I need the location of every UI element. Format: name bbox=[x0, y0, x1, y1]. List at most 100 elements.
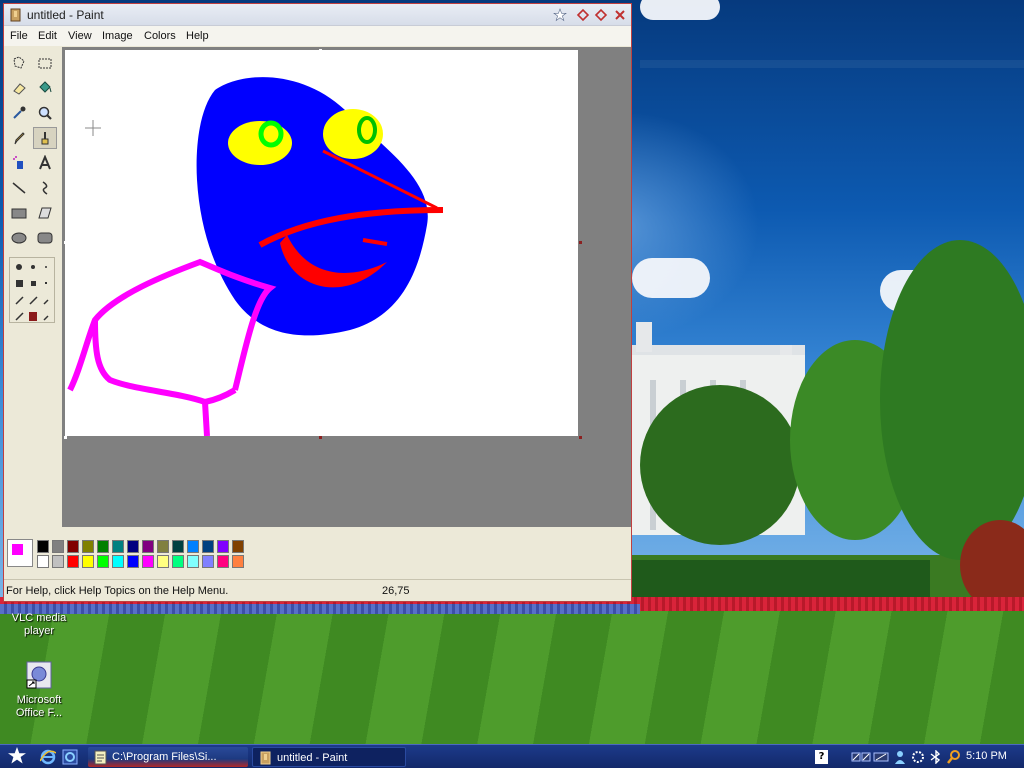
paint-window: untitled - Paint File Edit View Image Co… bbox=[3, 3, 632, 602]
color-swatch[interactable] bbox=[127, 555, 139, 568]
color-swatch[interactable] bbox=[187, 540, 199, 553]
brush-size-option[interactable] bbox=[31, 265, 35, 269]
color-swatch[interactable] bbox=[172, 540, 184, 553]
help-tray-icon[interactable]: ? bbox=[815, 750, 828, 764]
brush-shape-options[interactable] bbox=[14, 294, 54, 322]
color-palette bbox=[4, 527, 631, 577]
drawing-canvas[interactable] bbox=[65, 50, 578, 436]
restore-button[interactable] bbox=[576, 8, 590, 22]
network-icon[interactable] bbox=[851, 750, 871, 764]
resize-handle[interactable] bbox=[579, 436, 582, 439]
desktop-icon-vlc[interactable]: VLC media player bbox=[4, 600, 74, 638]
cursor-coordinates: 26,75 bbox=[382, 585, 410, 597]
desktop-icon-label: VLC media player bbox=[11, 612, 67, 637]
line-icon[interactable] bbox=[7, 177, 31, 199]
task-button-label: C:\Program Files\Si... bbox=[112, 751, 217, 763]
menu-help[interactable]: Help bbox=[186, 30, 209, 42]
airbrush-icon[interactable] bbox=[7, 152, 31, 174]
menu-file[interactable]: File bbox=[10, 30, 28, 42]
color-swatch[interactable] bbox=[232, 540, 244, 553]
clock[interactable]: 5:10 PM bbox=[966, 750, 1007, 762]
color-swatch[interactable] bbox=[202, 540, 214, 553]
color-swatch[interactable] bbox=[127, 540, 139, 553]
task-button-program-files[interactable]: C:\Program Files\Si... bbox=[88, 747, 248, 767]
ellipse-icon[interactable] bbox=[7, 227, 31, 249]
color-swatch[interactable] bbox=[112, 555, 124, 568]
resize-handle[interactable] bbox=[64, 436, 67, 439]
canvas-area[interactable] bbox=[62, 47, 631, 527]
brush-size-option[interactable] bbox=[16, 264, 22, 270]
ie-icon[interactable] bbox=[39, 749, 57, 765]
start-star-icon[interactable] bbox=[6, 746, 28, 768]
color-swatch[interactable] bbox=[67, 555, 79, 568]
user-icon[interactable] bbox=[893, 750, 907, 764]
free-select-icon[interactable] bbox=[7, 52, 31, 74]
fill-bucket-icon[interactable] bbox=[33, 77, 57, 99]
color-swatch[interactable] bbox=[217, 555, 229, 568]
desktop-icon-office[interactable]: Microsoft Office F... bbox=[4, 660, 74, 720]
brush-icon[interactable] bbox=[33, 127, 57, 149]
eyedropper-icon[interactable] bbox=[7, 102, 31, 124]
color-swatch[interactable] bbox=[172, 555, 184, 568]
eraser-icon[interactable] bbox=[7, 77, 31, 99]
color-swatch[interactable] bbox=[157, 555, 169, 568]
office-shortcut-icon bbox=[24, 660, 54, 690]
brush-size-option[interactable] bbox=[45, 282, 47, 284]
color-swatch[interactable] bbox=[157, 540, 169, 553]
taskbar: C:\Program Files\Si... untitled - Paint … bbox=[0, 744, 1024, 768]
menu-view[interactable]: View bbox=[68, 30, 92, 42]
pencil-icon[interactable] bbox=[7, 127, 31, 149]
current-colors bbox=[7, 539, 33, 567]
rectangle-icon[interactable] bbox=[7, 202, 31, 224]
color-swatch[interactable] bbox=[202, 555, 214, 568]
curve-icon[interactable] bbox=[33, 177, 57, 199]
minimize-button[interactable] bbox=[553, 8, 567, 22]
polygon-icon[interactable] bbox=[33, 202, 57, 224]
paint-icon bbox=[258, 750, 273, 766]
color-swatch[interactable] bbox=[142, 540, 154, 553]
search-icon[interactable] bbox=[947, 750, 961, 764]
menu-bar: File Edit View Image Colors Help bbox=[4, 26, 631, 46]
menu-edit[interactable]: Edit bbox=[38, 30, 57, 42]
desktop-icon-label: Microsoft Office F... bbox=[15, 694, 63, 719]
color-swatch[interactable] bbox=[67, 540, 79, 553]
color-swatch[interactable] bbox=[232, 555, 244, 568]
resize-handle[interactable] bbox=[319, 49, 322, 52]
color-swatch[interactable] bbox=[142, 555, 154, 568]
color-swatch[interactable] bbox=[187, 555, 199, 568]
rounded-rect-icon[interactable] bbox=[33, 227, 57, 249]
rect-select-icon[interactable] bbox=[33, 52, 57, 74]
foreground-color bbox=[11, 543, 24, 556]
color-swatch[interactable] bbox=[37, 555, 49, 568]
maximize-button[interactable] bbox=[594, 8, 608, 22]
color-swatch[interactable] bbox=[82, 540, 94, 553]
color-swatch[interactable] bbox=[82, 555, 94, 568]
color-swatch[interactable] bbox=[37, 540, 49, 553]
task-button-paint[interactable]: untitled - Paint bbox=[252, 747, 406, 767]
text-icon[interactable] bbox=[33, 152, 57, 174]
brush-size-option[interactable] bbox=[45, 266, 47, 268]
color-swatch[interactable] bbox=[97, 555, 109, 568]
bluetooth-icon[interactable] bbox=[929, 749, 943, 765]
status-bar: For Help, click Help Topics on the Help … bbox=[4, 579, 631, 601]
brush-size-option[interactable] bbox=[31, 281, 36, 286]
title-bar[interactable]: untitled - Paint bbox=[4, 4, 631, 26]
resize-handle[interactable] bbox=[319, 436, 322, 439]
close-button[interactable] bbox=[613, 8, 627, 22]
resize-handle[interactable] bbox=[579, 241, 582, 244]
brush-options[interactable] bbox=[9, 257, 55, 323]
paint-app-icon[interactable] bbox=[9, 8, 22, 22]
settings-icon[interactable] bbox=[911, 750, 925, 764]
network-icon-2[interactable] bbox=[873, 750, 889, 764]
color-swatch[interactable] bbox=[112, 540, 124, 553]
color-swatch[interactable] bbox=[97, 540, 109, 553]
color-swatch[interactable] bbox=[52, 555, 64, 568]
menu-colors[interactable]: Colors bbox=[144, 30, 176, 42]
menu-image[interactable]: Image bbox=[102, 30, 133, 42]
color-swatch[interactable] bbox=[52, 540, 64, 553]
brush-size-option[interactable] bbox=[16, 280, 23, 287]
resize-handle[interactable] bbox=[64, 241, 67, 244]
ie-icon-2[interactable] bbox=[62, 749, 78, 765]
magnifier-icon[interactable] bbox=[33, 102, 57, 124]
color-swatch[interactable] bbox=[217, 540, 229, 553]
